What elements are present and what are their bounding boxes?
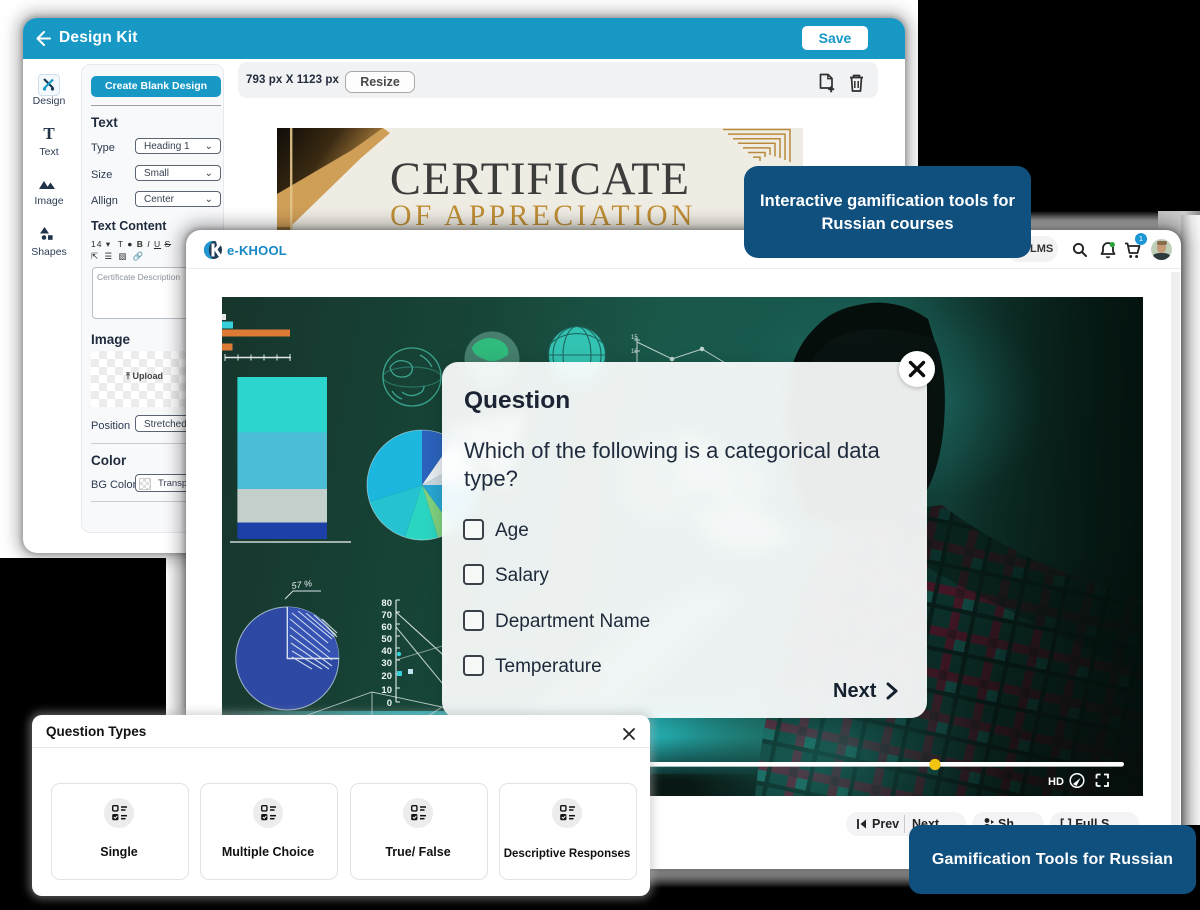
svg-text:12: 12 — [631, 349, 638, 355]
svg-text:HD: HD — [1048, 776, 1064, 788]
svg-text:40: 40 — [381, 646, 392, 657]
svg-text:50: 50 — [381, 634, 392, 645]
svg-text:70: 70 — [381, 610, 392, 621]
svg-text:57 %: 57 % — [291, 578, 313, 591]
svg-text:15: 15 — [631, 335, 638, 341]
svg-text:20: 20 — [381, 671, 392, 682]
svg-text:0: 0 — [387, 698, 392, 709]
svg-text:80: 80 — [381, 598, 392, 609]
svg-text:60: 60 — [381, 622, 392, 633]
svg-text:30: 30 — [381, 658, 392, 669]
